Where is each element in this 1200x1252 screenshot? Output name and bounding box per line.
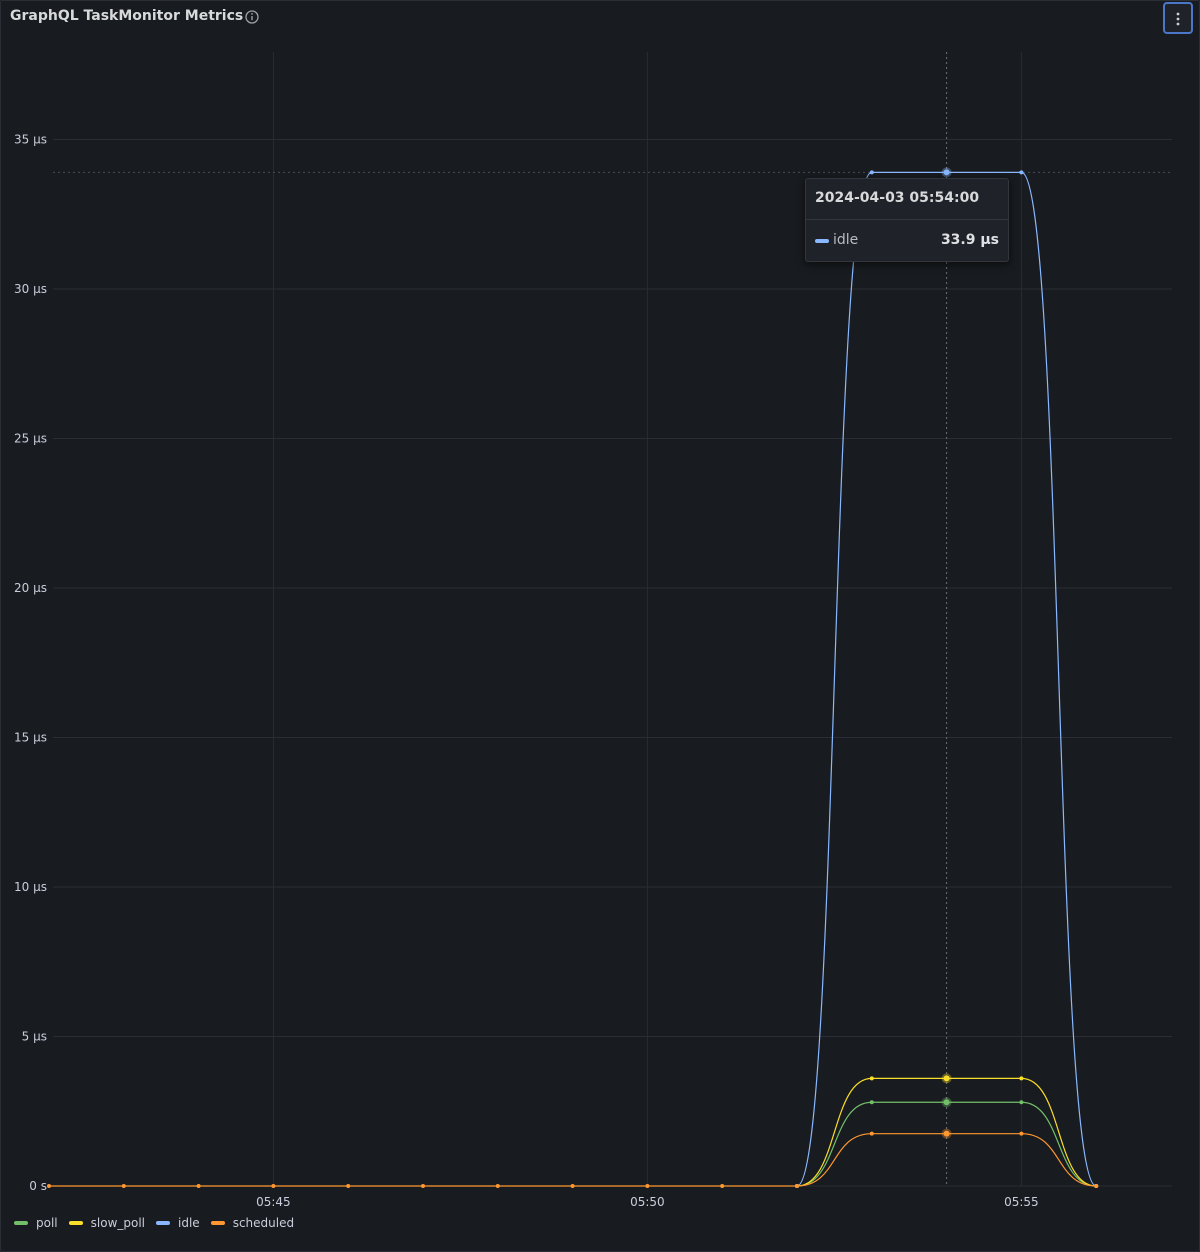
legend-item-poll[interactable]: poll (14, 1216, 58, 1230)
data-point-scheduled (421, 1184, 425, 1188)
data-point-scheduled (1019, 1131, 1024, 1136)
data-point-scheduled (271, 1184, 276, 1188)
y-tick-label: 25 µs (14, 432, 47, 446)
series-line-scheduled (49, 1133, 1097, 1187)
tooltip-series-swatch (815, 239, 829, 243)
y-tick-label: 35 µs (14, 133, 47, 147)
data-point-scheduled (720, 1184, 725, 1188)
legend-label: scheduled (232, 1216, 295, 1230)
tooltip-time: 2024-04-03 05:54:00 (815, 190, 980, 206)
data-point-scheduled (645, 1184, 650, 1188)
hover-point-scheduled (943, 1130, 950, 1137)
data-point-poll (869, 1100, 874, 1105)
tooltip-divider (806, 219, 1008, 220)
data-point-scheduled (121, 1184, 126, 1188)
data-point-idle (1019, 170, 1024, 175)
data-point-scheduled (570, 1184, 575, 1188)
y-tick-label: 0 s (29, 1179, 47, 1193)
chart-legend: poll slow_poll idle scheduled (14, 1215, 305, 1231)
data-point-poll (1019, 1100, 1024, 1105)
data-point-scheduled (196, 1184, 201, 1188)
legend-label: poll (36, 1216, 58, 1230)
legend-swatch (68, 1221, 83, 1225)
hover-point-slow_poll (943, 1075, 950, 1082)
x-tick-label: 05:45 (256, 1195, 291, 1209)
y-tick-label: 10 µs (14, 880, 47, 894)
y-tick-label: 15 µs (14, 731, 47, 745)
data-point-idle (869, 170, 874, 175)
y-tick-label: 30 µs (14, 282, 47, 296)
tooltip-series-value: 33.9 µs (940, 232, 999, 248)
data-point-scheduled (869, 1131, 874, 1136)
hover-point-idle (943, 169, 950, 176)
legend-swatch (14, 1221, 28, 1225)
data-point-scheduled (1094, 1184, 1099, 1188)
data-point-scheduled (47, 1184, 51, 1188)
data-point-scheduled (795, 1184, 799, 1188)
data-point-scheduled (346, 1184, 351, 1188)
legend-label: idle (178, 1216, 200, 1230)
tooltip-series-name: idle (833, 232, 859, 248)
legend-item-idle[interactable]: idle (156, 1216, 200, 1230)
data-point-slow_poll (869, 1076, 874, 1081)
legend-swatch (156, 1221, 171, 1225)
y-tick-label: 5 µs (22, 1030, 47, 1044)
hover-point-poll (943, 1099, 950, 1106)
legend-item-scheduled[interactable]: scheduled (210, 1216, 295, 1230)
legend-swatch (210, 1221, 225, 1225)
legend-label: slow_poll (90, 1216, 146, 1230)
legend-item-slow_poll[interactable]: slow_poll (68, 1216, 146, 1230)
timeseries-chart[interactable]: 0 s 5 µs 10 µs 15 µs 20 µs 25 µs 30 µs 35 µs 05:… (0, 0, 1200, 1252)
x-tick-label: 05:50 (630, 1195, 665, 1209)
data-point-slow_poll (1019, 1076, 1024, 1081)
data-point-scheduled (495, 1184, 500, 1188)
hover-tooltip: 2024-04-03 05:54:00 idle 33.9 µs (805, 178, 1009, 262)
y-tick-label: 20 µs (14, 581, 47, 595)
x-tick-label: 05:55 (1004, 1195, 1039, 1209)
